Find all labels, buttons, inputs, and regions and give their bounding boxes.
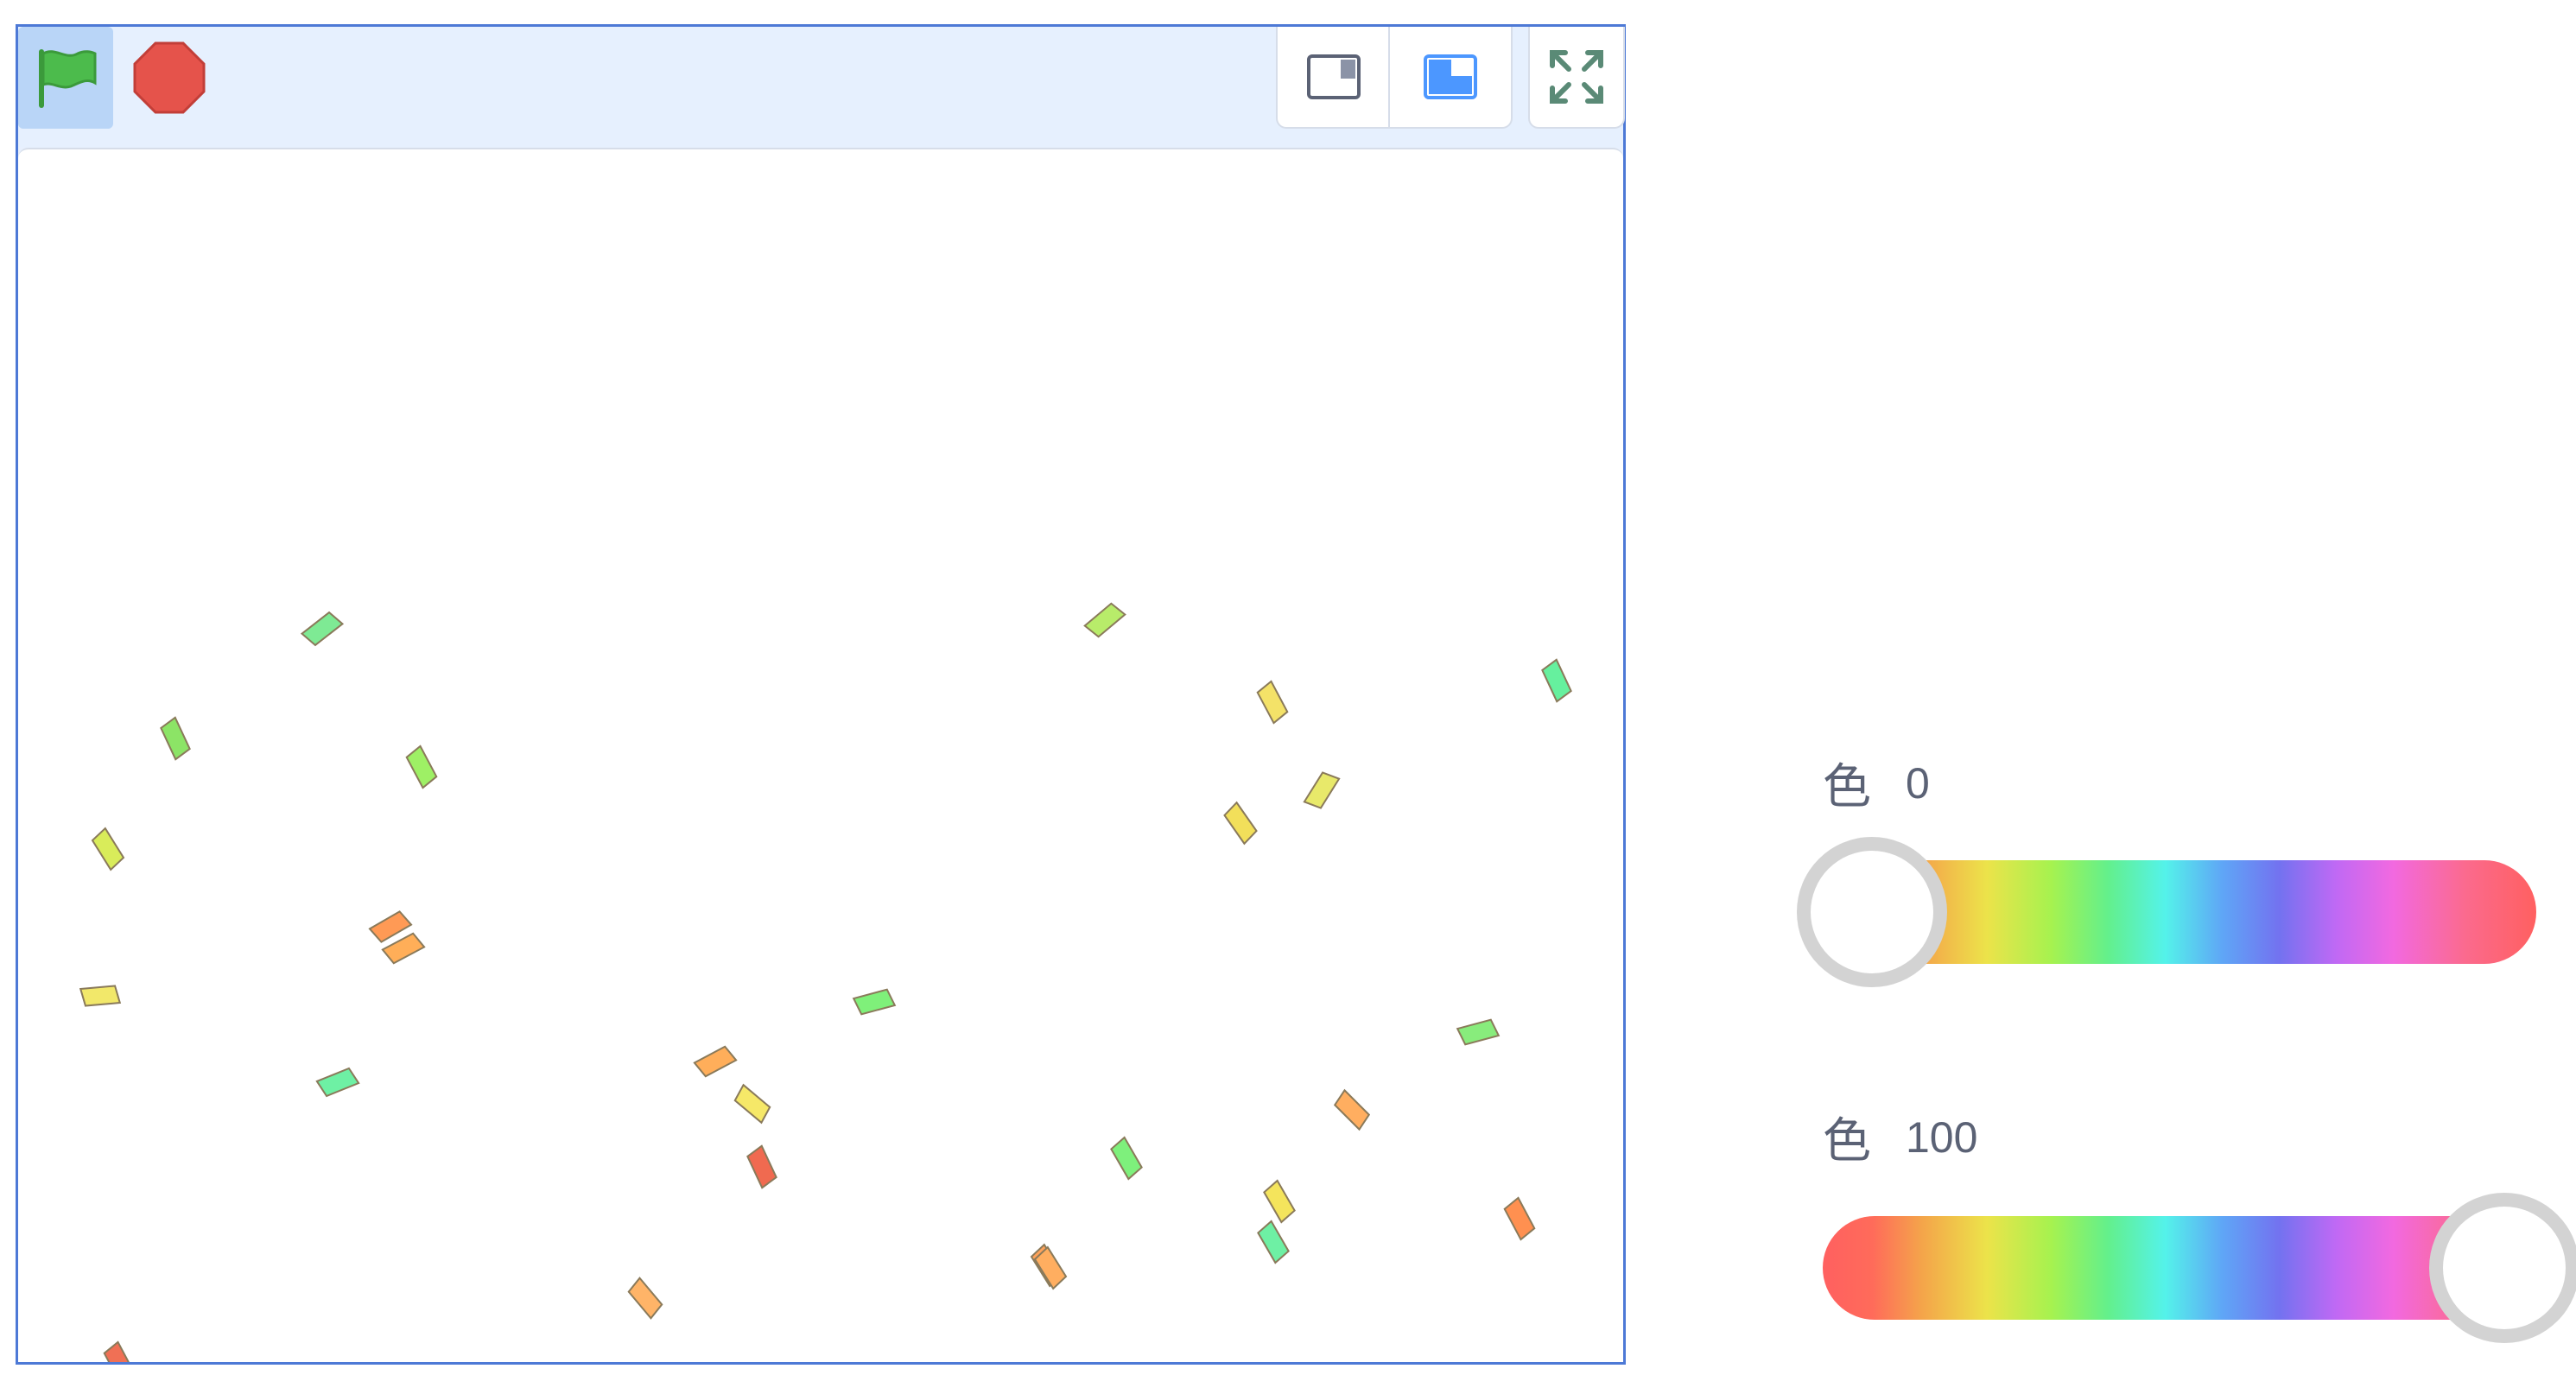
stage-header xyxy=(18,27,1625,148)
confetti-sprite xyxy=(315,1067,360,1098)
green-flag-icon xyxy=(39,49,97,108)
large-stage-button[interactable] xyxy=(1399,35,1502,118)
confetti-sprite xyxy=(1503,1196,1536,1241)
color-slider-block: 色 0 xyxy=(1797,748,2566,998)
confetti-sprite xyxy=(1541,658,1572,703)
confetti-sprite xyxy=(1083,602,1126,638)
confetti-sprite xyxy=(1110,1136,1143,1181)
small-stage-button[interactable] xyxy=(1286,35,1381,118)
confetti-sprite xyxy=(746,1144,777,1189)
stage-size-toggle xyxy=(1276,27,1513,129)
confetti-sprite xyxy=(1303,771,1341,809)
toggle-divider xyxy=(1388,27,1390,127)
confetti-sprite xyxy=(160,716,191,761)
confetti-sprite xyxy=(103,1340,136,1362)
confetti-sprite xyxy=(300,611,345,647)
fullscreen-button[interactable] xyxy=(1528,27,1625,129)
confetti-sprite xyxy=(1223,801,1258,846)
confetti-sprite xyxy=(1257,1220,1290,1264)
confetti-sprite xyxy=(79,985,122,1007)
confetti-sprite xyxy=(1456,1018,1501,1046)
stage-frame xyxy=(16,24,1626,1365)
color-slider-block: 色 100 xyxy=(1823,1102,2576,1361)
confetti-sprite xyxy=(405,745,438,789)
stop-button[interactable] xyxy=(130,39,208,117)
color-slider-label: 色 0 xyxy=(1823,748,1930,818)
confetti-sprite xyxy=(1263,1179,1296,1224)
confetti-sprite xyxy=(693,1045,738,1078)
color-slider-knob[interactable] xyxy=(2429,1193,2576,1343)
slider-value: 100 xyxy=(1906,1112,1978,1162)
confetti-sprite xyxy=(1256,680,1289,725)
confetti-sprite xyxy=(852,988,897,1016)
color-slider-label: 色 100 xyxy=(1823,1102,1977,1172)
confetti-sprite xyxy=(1333,1088,1371,1131)
color-slider-knob[interactable] xyxy=(1797,837,1947,987)
small-stage-icon xyxy=(1307,54,1361,99)
confetti-sprite xyxy=(91,827,125,871)
large-stage-icon xyxy=(1424,54,1477,99)
stop-sign-icon xyxy=(133,41,206,114)
slider-value: 0 xyxy=(1906,758,1930,808)
stage-canvas[interactable] xyxy=(18,148,1623,1362)
green-flag-button[interactable] xyxy=(18,27,113,129)
slider-label-text: 色 xyxy=(1823,1113,1871,1169)
confetti-sprite xyxy=(733,1083,771,1125)
confetti-sprite xyxy=(627,1277,663,1320)
confetti-layer xyxy=(79,602,1572,1362)
fullscreen-icon xyxy=(1550,50,1603,104)
slider-label-text: 色 xyxy=(1823,759,1871,815)
